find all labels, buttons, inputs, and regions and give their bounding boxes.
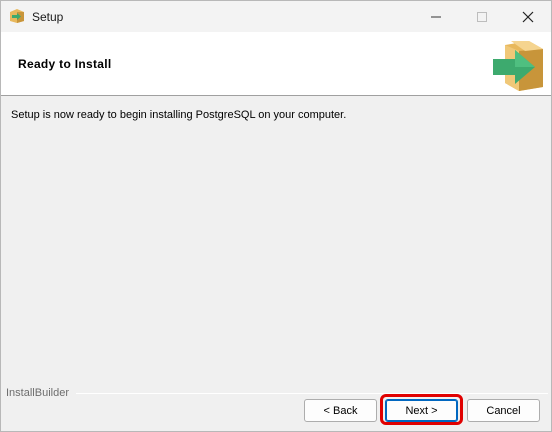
title-bar: Setup	[1, 1, 551, 32]
window-title: Setup	[32, 10, 64, 24]
minimize-icon	[431, 16, 441, 17]
close-icon	[522, 11, 534, 22]
back-button[interactable]: < Back	[304, 399, 377, 422]
cancel-button[interactable]: Cancel	[467, 399, 540, 422]
footer-divider	[76, 393, 548, 394]
ready-message: Setup is now ready to begin installing P…	[11, 109, 347, 121]
setup-window: Setup Ready to Install Setup is now read…	[0, 0, 552, 432]
footer-brand: InstallBuilder	[6, 387, 548, 399]
close-button[interactable]	[505, 1, 551, 32]
brand-label: InstallBuilder	[6, 387, 73, 399]
wizard-header: Ready to Install	[1, 32, 551, 96]
installer-box-icon	[9, 8, 25, 24]
next-button[interactable]: Next >	[385, 399, 458, 422]
page-title: Ready to Install	[18, 57, 112, 71]
minimize-button[interactable]	[413, 1, 459, 32]
installer-box-arrow-icon	[489, 37, 545, 93]
maximize-icon	[477, 11, 487, 22]
maximize-button[interactable]	[459, 1, 505, 32]
